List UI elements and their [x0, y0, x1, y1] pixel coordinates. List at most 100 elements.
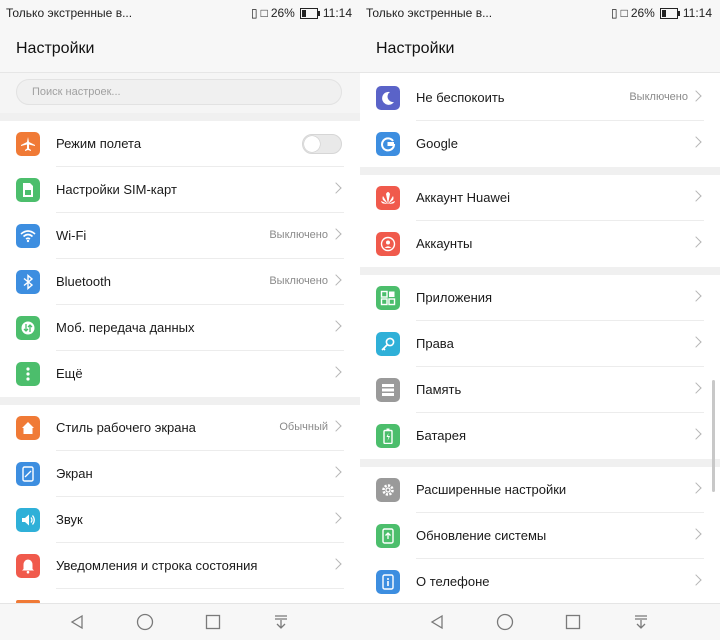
section-divider [0, 397, 360, 405]
carrier-text: Только экстренные в... [6, 6, 133, 20]
airplane-icon [16, 132, 40, 156]
settings-item-label: Wi-Fi [56, 228, 87, 243]
section-divider [360, 459, 720, 467]
clock: 11:14 [682, 6, 712, 20]
chevron-right-icon [690, 482, 702, 494]
vibrate-icon: ▯ [610, 6, 618, 20]
scrollbar[interactable] [712, 380, 715, 492]
huawei-icon [376, 186, 400, 210]
home-button-icon[interactable] [136, 613, 154, 631]
recents-icon[interactable] [204, 613, 222, 631]
battery-percent: 26% [630, 6, 655, 20]
settings-item-label: Батарея [416, 428, 467, 443]
settings-item-advanced-settings[interactable]: Расширенные настройки [360, 467, 720, 513]
chevron-right-icon [690, 382, 702, 394]
bluetooth-icon [16, 270, 40, 294]
settings-item-label: Права [416, 336, 454, 351]
settings-item-notifications[interactable]: Уведомления и строка состояния [0, 543, 360, 589]
clock: 11:14 [322, 6, 352, 20]
chevron-right-icon [330, 466, 342, 478]
chevron-right-icon [330, 420, 342, 432]
settings-pane-right: Только экстренные в... ▯ □ 26% 11:14 Нас… [360, 0, 720, 640]
chevron-right-icon [330, 274, 342, 286]
app-header: Настройки [360, 26, 720, 73]
home-button-icon[interactable] [496, 613, 514, 631]
settings-item-sim-cards[interactable]: Настройки SIM-карт [0, 167, 360, 213]
settings-item-label: Уведомления и строка состояния [56, 558, 258, 573]
settings-item-home-screen-style[interactable]: Стиль рабочего экрана Обычный [0, 405, 360, 451]
settings-item-more[interactable]: Ещё [0, 351, 360, 397]
back-icon[interactable] [68, 613, 86, 631]
settings-item-huawei-account[interactable]: Аккаунт Huawei [360, 175, 720, 221]
section-divider [0, 113, 360, 121]
settings-item-label: Стиль рабочего экрана [56, 420, 196, 435]
chevron-right-icon [330, 558, 342, 570]
settings-item-about-phone[interactable]: О телефоне [360, 559, 720, 605]
mobile-data-icon [16, 316, 40, 340]
status-bar: Только экстренные в... ▯ □ 26% 11:14 [360, 0, 720, 26]
settings-item-label: Настройки SIM-карт [56, 182, 177, 197]
settings-item-accounts[interactable]: Аккаунты [360, 221, 720, 267]
page-title: Настройки [16, 40, 95, 57]
chevron-right-icon [330, 228, 342, 240]
system-update-icon [376, 524, 400, 548]
chevron-right-icon [330, 320, 342, 332]
settings-item-label: Ещё [56, 366, 83, 381]
settings-item-permissions[interactable]: Права [360, 321, 720, 367]
chevron-right-icon [690, 528, 702, 540]
settings-item-storage[interactable]: Память [360, 367, 720, 413]
back-icon[interactable] [428, 613, 446, 631]
airplane-mode-toggle[interactable] [302, 134, 342, 154]
battery-saver-icon: □ [620, 6, 628, 20]
settings-item-label: Моб. передача данных [56, 320, 195, 335]
settings-item-label: Расширенные настройки [416, 482, 567, 497]
chevron-right-icon [330, 366, 342, 378]
notification-pull-icon[interactable] [632, 613, 650, 631]
settings-item-system-update[interactable]: Обновление системы [360, 513, 720, 559]
key-icon [376, 332, 400, 356]
storage-icon [376, 378, 400, 402]
battery-icon [376, 424, 400, 448]
google-icon [376, 132, 400, 156]
chevron-right-icon [690, 190, 702, 202]
moon-icon [376, 86, 400, 110]
notification-pull-icon[interactable] [272, 613, 290, 631]
settings-item-apps[interactable]: Приложения [360, 275, 720, 321]
chevron-right-icon [690, 136, 702, 148]
battery-saver-icon: □ [260, 6, 268, 20]
settings-item-mobile-data[interactable]: Моб. передача данных [0, 305, 360, 351]
settings-item-label: Не беспокоить [416, 90, 505, 105]
apps-icon [376, 286, 400, 310]
settings-item-value: Выключено [269, 229, 328, 241]
settings-item-label: Экран [56, 466, 93, 481]
page-title: Настройки [376, 40, 455, 57]
settings-item-label: Память [416, 382, 462, 397]
bell-icon [16, 554, 40, 578]
settings-item-google[interactable]: Google [360, 121, 720, 167]
home-icon [16, 416, 40, 440]
settings-item-battery[interactable]: Батарея [360, 413, 720, 459]
search-input[interactable]: Поиск настроек... [16, 79, 342, 105]
search-area: Поиск настроек... [0, 73, 360, 113]
navigation-bar [360, 603, 720, 640]
settings-item-sound[interactable]: Звук [0, 497, 360, 543]
vibrate-icon: ▯ [250, 6, 258, 20]
chevron-right-icon [690, 336, 702, 348]
sim-card-icon [16, 178, 40, 202]
settings-item-label: Аккаунт Huawei [416, 190, 511, 205]
settings-item-bluetooth[interactable]: Bluetooth Выключено [0, 259, 360, 305]
settings-item-wifi[interactable]: Wi-Fi Выключено [0, 213, 360, 259]
settings-item-label: Приложения [416, 290, 493, 305]
settings-item-display[interactable]: Экран [0, 451, 360, 497]
settings-item-airplane-mode[interactable]: Режим полета [0, 121, 360, 167]
settings-item-label: Звук [56, 512, 83, 527]
settings-item-label: Обновление системы [416, 528, 547, 543]
account-icon [376, 232, 400, 256]
recents-icon[interactable] [564, 613, 582, 631]
section-divider [360, 167, 720, 175]
advanced-settings-icon [376, 478, 400, 502]
chevron-right-icon [690, 428, 702, 440]
settings-item-value: Выключено [269, 275, 328, 287]
settings-item-do-not-disturb[interactable]: Не беспокоить Выключено [360, 75, 720, 121]
chevron-right-icon [690, 290, 702, 302]
